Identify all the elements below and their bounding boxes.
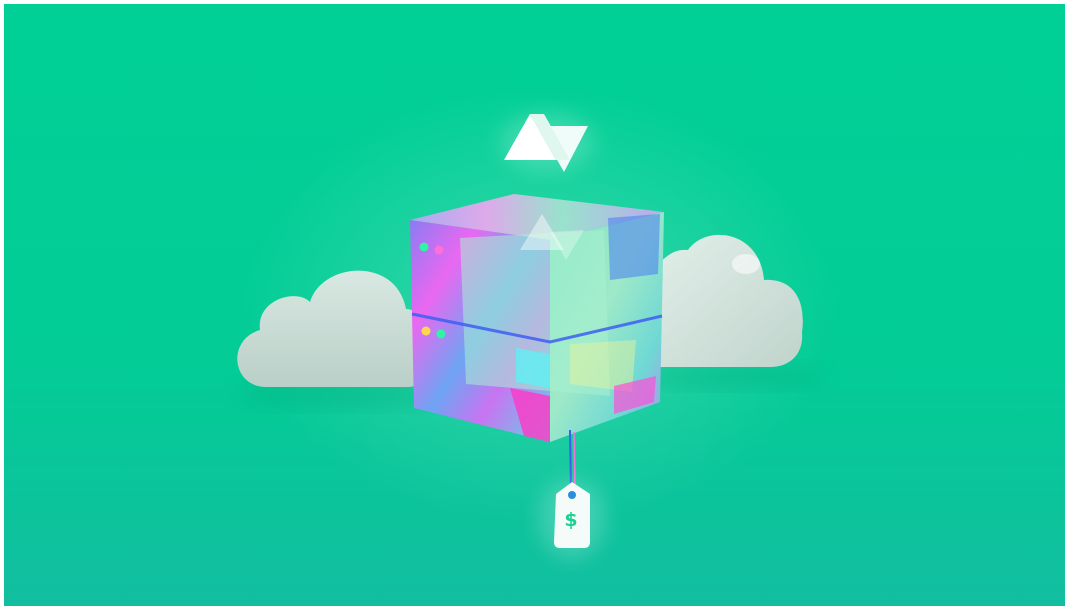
status-led-pink-top [434, 245, 444, 255]
price-tag-dollar-sign: $ [564, 509, 578, 531]
status-led-yellow-bottom [421, 326, 431, 336]
status-led-green-top [419, 242, 429, 252]
triangle-logo-icon [499, 112, 595, 172]
prism-cube-server [410, 194, 664, 442]
hero-illustration: $ [4, 4, 1065, 606]
status-led-green-bottom [436, 329, 446, 339]
illustration-canvas [237, 84, 839, 559]
